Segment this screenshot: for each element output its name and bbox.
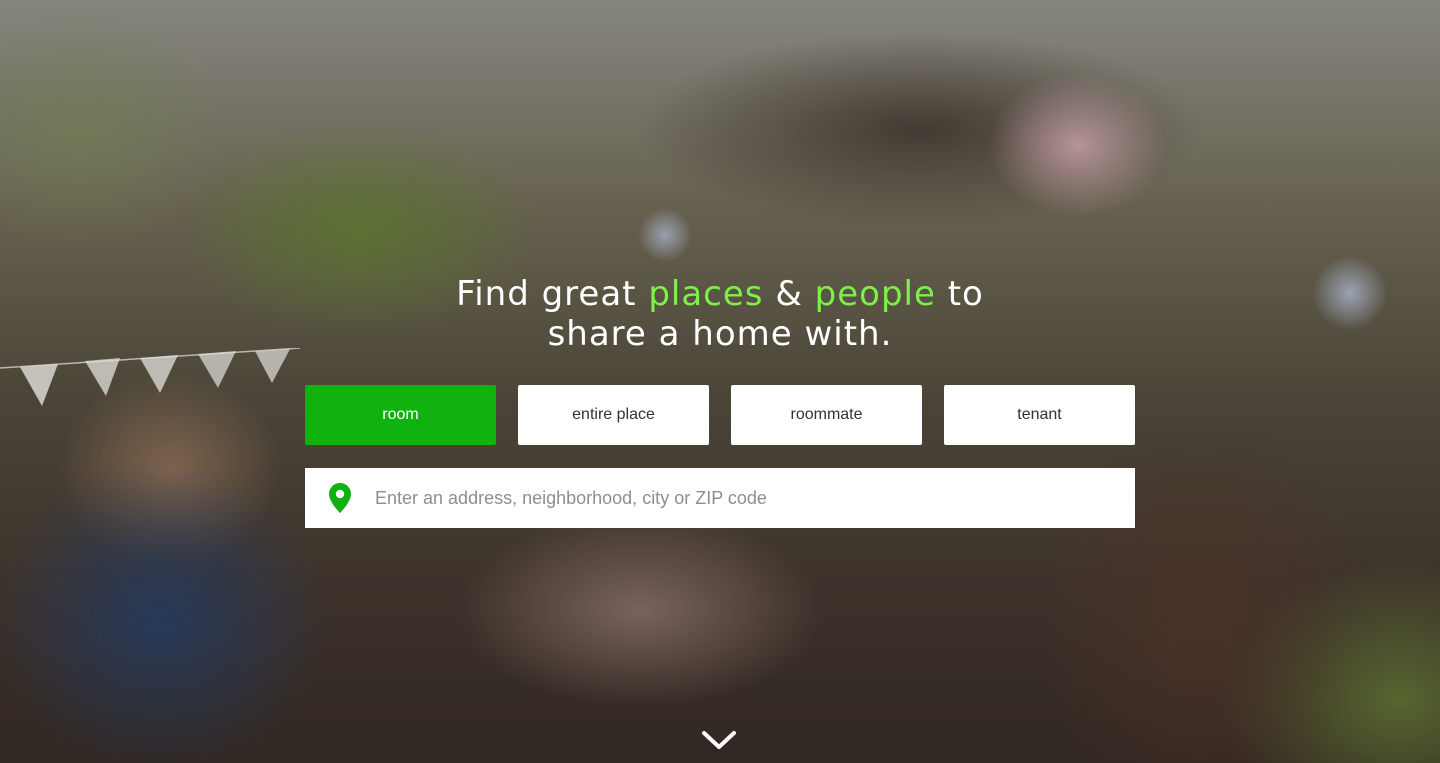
hero-headline: Find great places & people to share a ho… (0, 274, 1440, 354)
chevron-down-icon[interactable] (700, 727, 738, 753)
headline-highlight-places: places (648, 274, 764, 314)
tab-tenant[interactable]: tenant (944, 385, 1135, 445)
tab-roommate[interactable]: roommate (731, 385, 922, 445)
location-search-input[interactable] (375, 468, 1135, 528)
listing-type-tabs: room entire place roommate tenant (305, 385, 1135, 445)
tab-entire-place[interactable]: entire place (518, 385, 709, 445)
headline-text: to (935, 274, 984, 314)
headline-text: & (763, 274, 815, 314)
hero-background-image (0, 0, 1440, 763)
headline-highlight-people: people (814, 274, 936, 314)
headline-text: Find great (456, 274, 649, 314)
tab-room[interactable]: room (305, 385, 496, 445)
bunting-decoration (0, 348, 300, 406)
location-search-bar (305, 468, 1135, 528)
headline-line-2: share a home with. (547, 314, 893, 354)
location-pin-icon (305, 468, 375, 528)
